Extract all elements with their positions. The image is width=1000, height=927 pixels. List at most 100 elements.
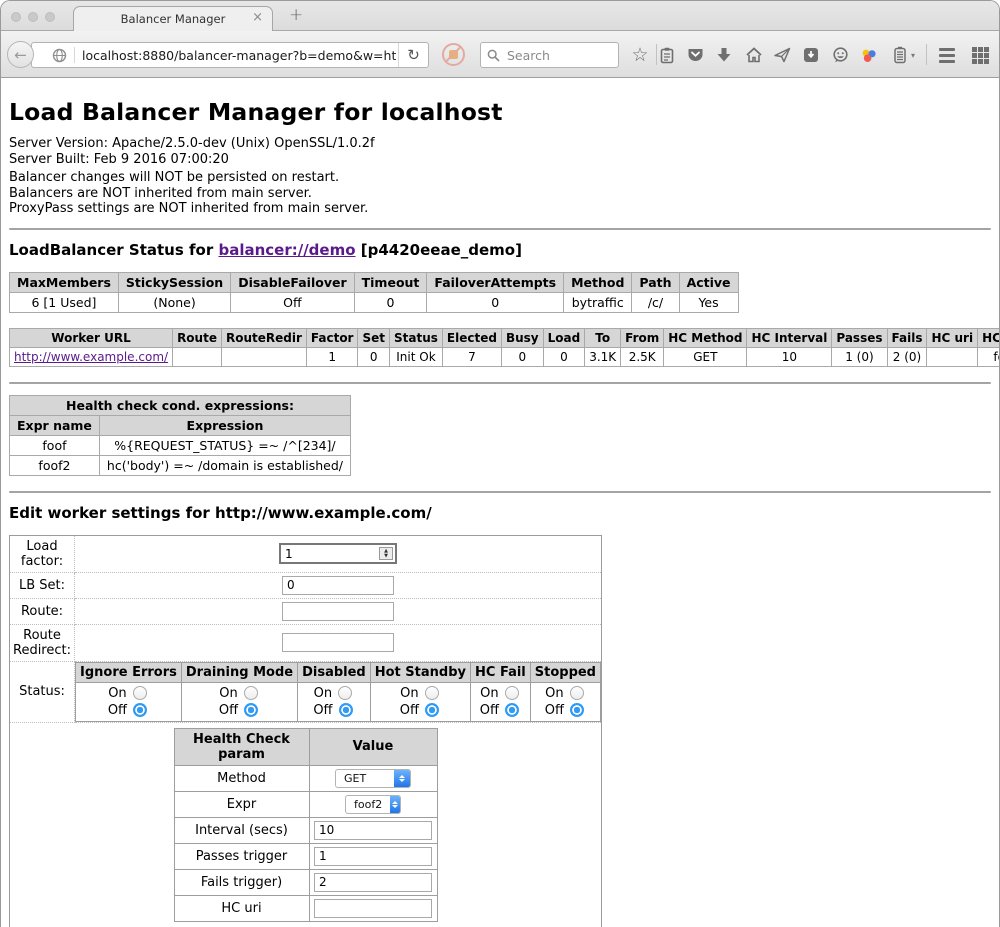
balancer-status-heading: LoadBalancer Status for balancer://demo … <box>9 241 991 259</box>
load-factor-input[interactable] <box>281 545 377 562</box>
form-row-route: Route: <box>10 598 602 624</box>
pocket-icon[interactable] <box>685 45 705 65</box>
status-ignore-errors-cell: On Off <box>76 682 182 721</box>
chevron-down-icon[interactable]: ▾ <box>911 51 915 60</box>
status-disabled-cell: On Off <box>298 682 371 721</box>
load-factor-label: Load factor: <box>10 535 75 572</box>
hc-passes-input[interactable] <box>314 847 432 866</box>
search-input[interactable] <box>505 47 612 64</box>
colors-extension-icon[interactable] <box>859 45 879 65</box>
server-version: Server Version: Apache/2.5.0-dev (Unix) … <box>9 136 991 152</box>
reading-list-icon[interactable] <box>657 45 677 65</box>
window-zoom-button[interactable] <box>45 12 55 22</box>
url-input[interactable] <box>75 48 398 63</box>
url-bar[interactable]: ↻ <box>31 42 429 68</box>
status-stopped-cell: On Off <box>530 682 600 721</box>
draining-mode-on-radio[interactable] <box>244 686 258 700</box>
chat-smiley-icon[interactable] <box>830 45 850 65</box>
disabled-off-radio[interactable] <box>339 703 353 717</box>
screenshot-icon[interactable] <box>801 45 821 65</box>
browser-window: Balancer Manager × + ← ↻ ☆ <box>0 0 1000 927</box>
search-icon <box>487 49 500 62</box>
hc-interval-label: Interval (secs) <box>174 817 309 843</box>
toolbar-divider <box>926 44 927 65</box>
status-hc-fail-cell: On Off <box>471 682 531 721</box>
table-header-row: Expr name Expression <box>10 415 351 435</box>
search-bar[interactable] <box>480 42 619 68</box>
new-tab-button[interactable]: + <box>289 5 303 25</box>
table-header-row: MaxMembers StickySession DisableFailover… <box>10 272 739 292</box>
hc-uri-row: HC uri <box>174 895 437 921</box>
hc-uri-input[interactable] <box>314 899 432 918</box>
navigation-toolbar: ← ↻ ☆ <box>1 31 999 78</box>
notice-line: Balancers are NOT inherited from main se… <box>9 186 991 202</box>
hc-interval-row: Interval (secs) <box>174 817 437 843</box>
table-row: foof2 hc('body') =~ /domain is establish… <box>10 455 351 475</box>
balancer-demo-link[interactable]: balancer://demo <box>218 241 355 259</box>
table-header-row: Worker URL Route RouteRedir Factor Set S… <box>10 328 1000 347</box>
hc-method-row: Method GET <box>174 765 437 791</box>
divider <box>9 491 991 493</box>
disabled-on-radio[interactable] <box>338 686 352 700</box>
hc-fails-row: Fails trigger) <box>174 869 437 895</box>
hot-standby-off-radio[interactable] <box>425 703 439 717</box>
hc-method-select[interactable]: GET <box>335 769 411 788</box>
table-row: foof %{REQUEST_STATUS} =~ /^[234]/ <box>10 435 351 455</box>
hc-passes-label: Passes trigger <box>174 843 309 869</box>
status-options-table: Ignore Errors Draining Mode Disabled Hot… <box>75 662 601 722</box>
route-redirect-input[interactable] <box>282 633 394 652</box>
hc-fail-on-radio[interactable] <box>505 686 519 700</box>
edit-worker-heading: Edit worker settings for http://www.exam… <box>9 504 991 522</box>
tab-title: Balancer Manager <box>121 12 226 26</box>
send-icon[interactable] <box>772 45 792 65</box>
hc-passes-row: Passes trigger <box>174 843 437 869</box>
hot-standby-on-radio[interactable] <box>425 686 439 700</box>
apps-grid-icon[interactable] <box>970 45 990 65</box>
window-minimize-button[interactable] <box>28 12 38 22</box>
hc-fails-label: Fails trigger) <box>174 869 309 895</box>
menu-icon[interactable] <box>937 45 957 65</box>
route-input[interactable] <box>282 602 394 621</box>
page-title: Load Balancer Manager for localhost <box>9 98 991 126</box>
stopped-on-radio[interactable] <box>570 686 584 700</box>
form-row-route-redirect: Route Redirect: <box>10 624 602 661</box>
hc-expr-row: Expr foof2 <box>174 791 437 817</box>
select-chevrons-icon <box>390 796 400 813</box>
number-spinner-icon[interactable]: ▲▼ <box>379 547 393 560</box>
server-built: Server Built: Feb 9 2016 07:00:20 <box>9 152 991 168</box>
hc-interval-input[interactable] <box>314 821 432 840</box>
battery-extension-icon[interactable] <box>890 45 910 65</box>
download-icon[interactable] <box>714 45 734 65</box>
hc-expr-select[interactable]: foof2 <box>345 795 401 814</box>
hc-fails-input[interactable] <box>314 873 432 892</box>
notice-line: Balancer changes will NOT be persisted o… <box>9 170 991 186</box>
page-content: Load Balancer Manager for localhost Serv… <box>1 79 999 927</box>
tab-balancer-manager[interactable]: Balancer Manager × <box>73 6 273 31</box>
window-close-button[interactable] <box>11 12 21 22</box>
divider <box>9 228 991 230</box>
status-draining-mode-cell: On Off <box>181 682 297 721</box>
stopped-off-radio[interactable] <box>570 703 584 717</box>
form-row-status: Status: Ignore Errors Draining Mode Disa… <box>10 661 602 722</box>
reload-icon[interactable]: ↻ <box>398 43 428 67</box>
select-chevrons-icon <box>394 770 410 787</box>
worker-url-link[interactable]: http://www.example.com/ <box>14 350 168 364</box>
hc-fail-off-radio[interactable] <box>505 703 519 717</box>
route-redirect-label: Route Redirect: <box>10 624 75 661</box>
adblock-icon[interactable] <box>442 43 465 66</box>
bookmark-star-icon[interactable]: ☆ <box>630 45 650 65</box>
worker-table: Worker URL Route RouteRedir Factor Set S… <box>9 328 1000 367</box>
route-label: Route: <box>10 598 75 624</box>
edit-worker-form: Load factor: ▲▼ LB Set: Route: Route Red… <box>9 535 602 927</box>
hc-method-label: Method <box>174 765 309 791</box>
home-icon[interactable] <box>744 45 764 65</box>
draining-mode-off-radio[interactable] <box>244 703 258 717</box>
ignore-errors-off-radio[interactable] <box>133 703 147 717</box>
hc-expressions-table: Health check cond. expressions: Expr nam… <box>9 395 351 476</box>
health-check-params-table: Health Check param Value Method GET <box>174 728 438 922</box>
form-row-load-factor: Load factor: ▲▼ <box>10 535 602 572</box>
back-button[interactable]: ← <box>7 41 34 68</box>
tab-close-icon[interactable]: × <box>252 11 263 24</box>
ignore-errors-on-radio[interactable] <box>133 686 147 700</box>
lb-set-input[interactable] <box>282 576 394 595</box>
